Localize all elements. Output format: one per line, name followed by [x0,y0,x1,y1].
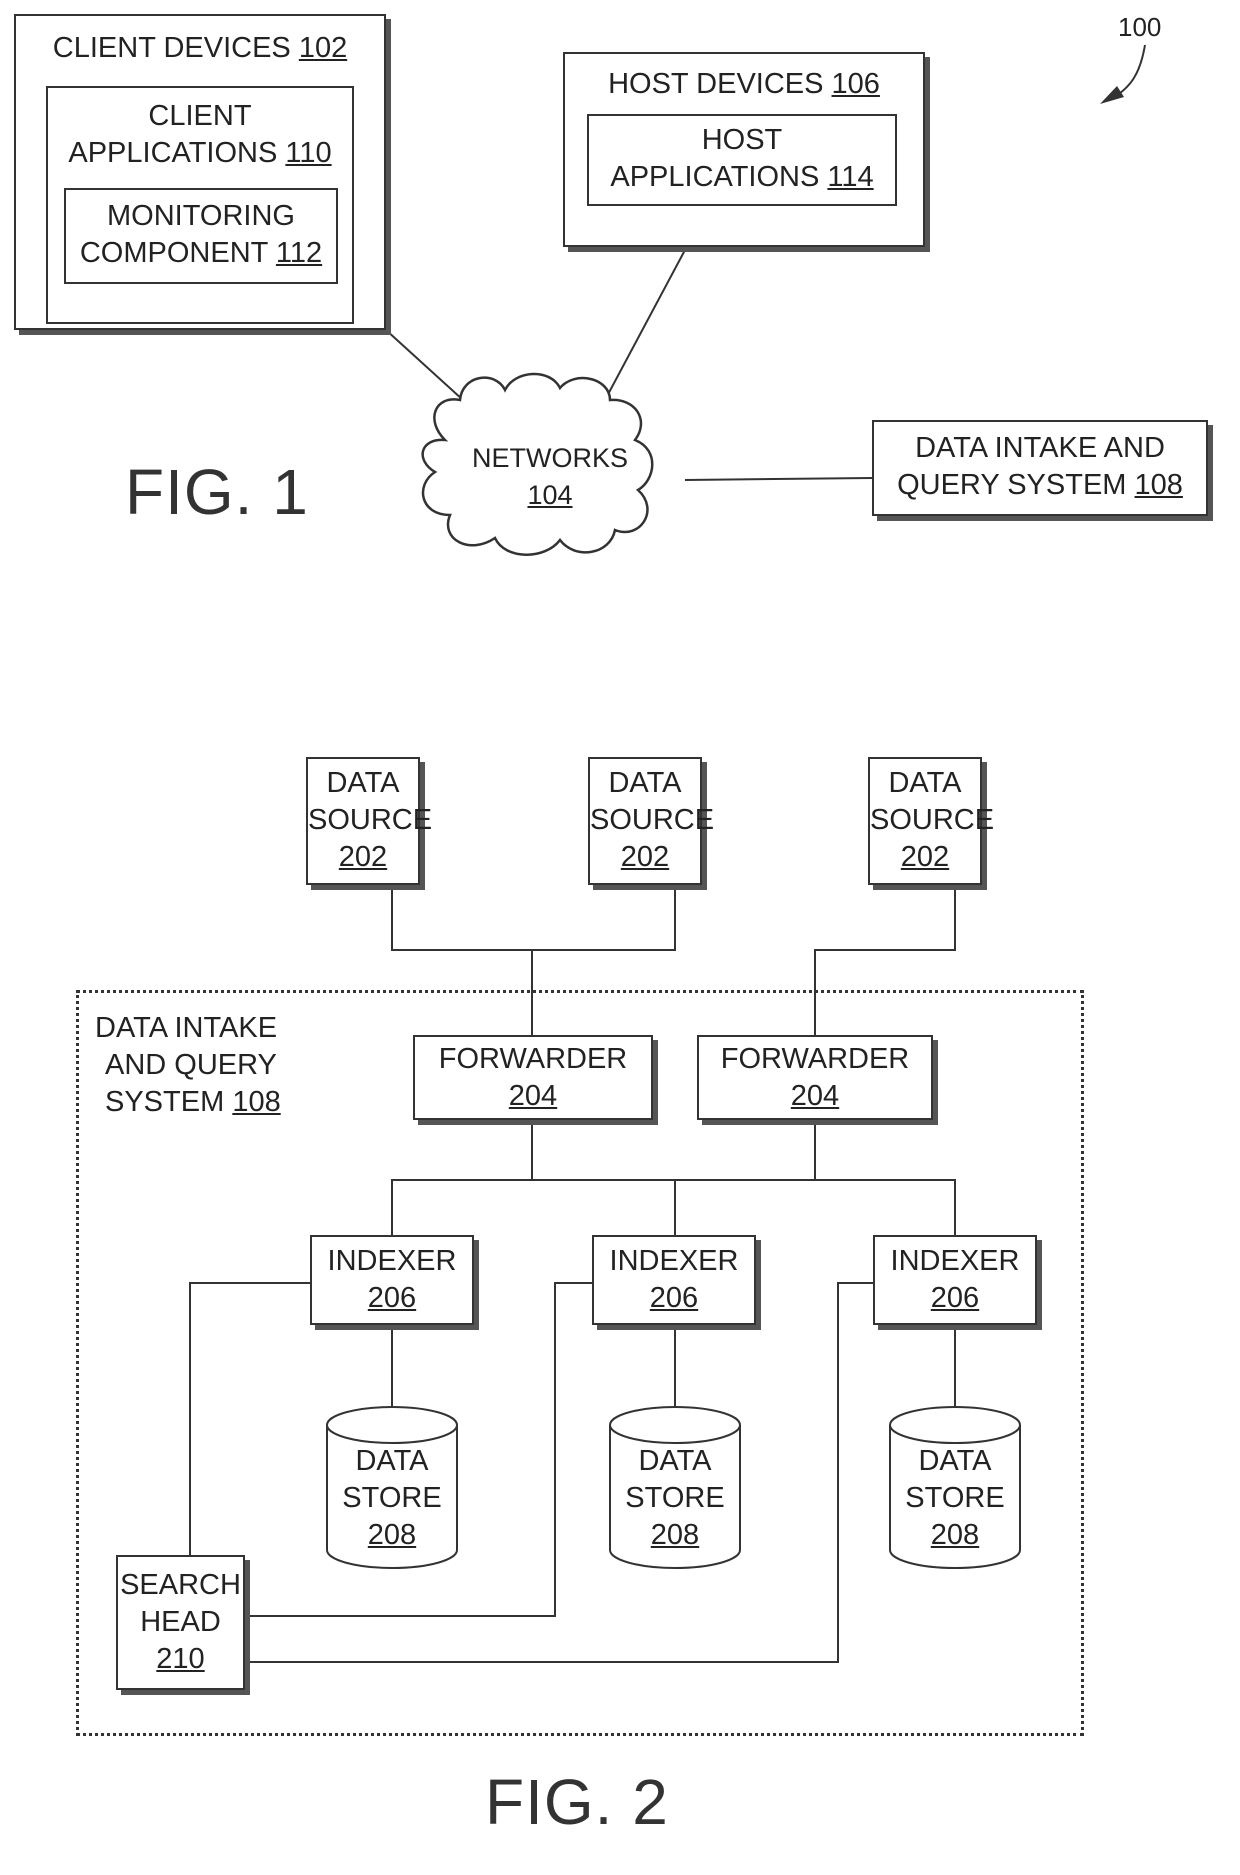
client-devices-box: CLIENT DEVICES 102 CLIENT APPLICATIONS 1… [14,14,386,330]
data-source-box: DATA SOURCE 202 [306,757,432,885]
fig-1-title: FIG. 1 [125,456,309,528]
indexer-box: INDEXER 206 [873,1235,1037,1325]
data-store: DATA STORE 208 [342,1445,442,1551]
figure-reference-number: 100 [1118,12,1162,42]
host-applications-box: HOST APPLICATIONS 114 [587,114,897,206]
indexer-box: INDEXER 206 [310,1235,474,1325]
data-source-box: DATA SOURCE 202 [868,757,994,885]
data-store: DATA STORE 208 [905,1445,1005,1551]
indexer-box: INDEXER 206 [592,1235,756,1325]
client-devices-label: CLIENT DEVICES 102 [52,32,348,64]
search-head-box: SEARCH HEAD 210 [116,1555,245,1690]
fig-2-title: FIG. 2 [485,1766,669,1838]
system-label: DATA INTAKE AND QUERY SYSTEM 108 [95,1012,281,1118]
networks-label: NETWORKS 104 [471,443,628,510]
host-devices-box: HOST DEVICES 106 HOST APPLICATIONS 114 [563,52,925,247]
link-ds1-ds2 [391,885,676,951]
monitoring-component-box: MONITORING COMPONENT 112 [64,188,338,284]
ref-arrowhead [1100,86,1124,104]
data-source-box: DATA SOURCE 202 [588,757,714,885]
forwarder-box: FORWARDER 204 [413,1035,653,1120]
data-intake-query-system-box: DATA INTAKE AND QUERY SYSTEM 108 [872,420,1208,516]
forwarder-box: FORWARDER 204 [697,1035,933,1120]
client-applications-box: CLIENT APPLICATIONS 110 MONITORING COMPO… [46,86,354,324]
link-network-intake [684,477,873,481]
data-store: DATA STORE 208 [625,1445,725,1551]
link-host-network [604,249,686,401]
